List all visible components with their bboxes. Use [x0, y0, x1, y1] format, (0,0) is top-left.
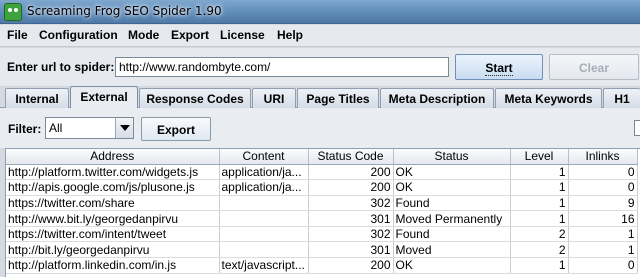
cell-status-code: 301	[308, 241, 394, 259]
cell-status-code: 301	[308, 210, 394, 227]
frog-app-icon	[4, 3, 22, 21]
column-header-content[interactable]: Content	[219, 149, 309, 165]
cell-content: application/ja...	[219, 179, 309, 196]
table-row[interactable]: http://bit.ly/georgedanpirvu 301 Moved 2…	[6, 241, 638, 259]
tab-meta-description[interactable]: Meta Description	[380, 88, 494, 108]
chevron-down-icon[interactable]	[115, 118, 133, 138]
column-header-status-code[interactable]: Status Code	[308, 149, 394, 165]
cell-address: https://twitter.com/intent/tweet	[6, 226, 220, 243]
clipped-control[interactable]	[634, 120, 640, 136]
cell-inlinks: 0	[568, 164, 638, 181]
menu-configuration[interactable]: Configuration	[39, 28, 118, 42]
cell-status: OK	[393, 164, 511, 181]
cell-content	[219, 241, 309, 259]
clear-button[interactable]: Clear	[549, 54, 639, 80]
cell-inlinks: 9	[568, 195, 638, 212]
filter-toolbar: Filter: All Export	[0, 108, 640, 148]
cell-status-code: 200	[308, 179, 394, 196]
cell-address: http://platform.linkedin.com/in.js	[6, 257, 220, 274]
cell-level: 2	[510, 226, 569, 243]
menu-bar: File Configuration Mode Export License H…	[0, 25, 640, 47]
tab-external[interactable]: External	[70, 86, 138, 109]
column-header-status[interactable]: Status	[393, 149, 511, 165]
cell-status-code: 200	[308, 257, 394, 274]
column-header-address[interactable]: Address	[6, 149, 220, 165]
menu-export[interactable]: Export	[171, 28, 209, 42]
cell-address: http://bit.ly/georgedanpirvu	[6, 241, 220, 259]
tab-internal[interactable]: Internal	[5, 88, 69, 108]
cell-content	[219, 195, 309, 212]
cell-inlinks: 16	[568, 210, 638, 227]
table-row[interactable]: http://apis.google.com/js/plusone.js app…	[6, 179, 638, 196]
menu-file[interactable]: File	[7, 28, 28, 42]
tab-page-titles[interactable]: Page Titles	[297, 88, 379, 108]
tab-bar: Internal External Response Codes URI Pag…	[0, 86, 640, 109]
cell-level: 1	[510, 210, 569, 227]
table-row[interactable]: http://platform.twitter.com/widgets.js a…	[6, 164, 638, 181]
cell-level: 2	[510, 241, 569, 259]
cell-status: Found	[393, 195, 511, 212]
cell-address: http://www.bit.ly/georgedanpirvu	[6, 210, 220, 227]
cell-content	[219, 226, 309, 243]
cell-level: 1	[510, 195, 569, 212]
table-header: Address Content Status Code Status Level…	[6, 149, 638, 165]
cell-status-code: 302	[308, 195, 394, 212]
filter-label: Filter:	[8, 122, 42, 136]
table-row[interactable]: https://twitter.com/intent/tweet 302 Fou…	[6, 226, 638, 243]
column-header-inlinks[interactable]: Inlinks	[568, 149, 638, 165]
window-title: Screaming Frog SEO Spider 1.90	[27, 4, 222, 18]
cell-inlinks: 0	[568, 257, 638, 274]
url-bar: Enter url to spider: http://www.randomby…	[0, 48, 640, 86]
cell-status-code: 200	[308, 164, 394, 181]
cell-level: 1	[510, 164, 569, 181]
cell-content: application/ja...	[219, 164, 309, 181]
start-button[interactable]: Start	[455, 54, 543, 80]
tab-response-codes[interactable]: Response Codes	[139, 88, 251, 108]
cell-level: 1	[510, 179, 569, 196]
cell-status: Moved	[393, 241, 511, 259]
tab-meta-keywords[interactable]: Meta Keywords	[495, 88, 602, 108]
cell-level: 1	[510, 257, 569, 274]
url-label: Enter url to spider:	[7, 60, 115, 74]
filter-dropdown[interactable]: All	[45, 117, 134, 139]
cell-content: text/javascript...	[219, 257, 309, 274]
cell-status: OK	[393, 179, 511, 196]
cell-status: OK	[393, 257, 511, 274]
filter-value: All	[49, 121, 63, 135]
results-table: Address Content Status Code Status Level…	[5, 148, 640, 277]
cell-address: http://platform.twitter.com/widgets.js	[6, 164, 220, 181]
cell-address: http://apis.google.com/js/plusone.js	[6, 179, 220, 196]
cell-address: https://twitter.com/share	[6, 195, 220, 212]
tab-uri[interactable]: URI	[252, 88, 296, 108]
cell-inlinks: 0	[568, 179, 638, 196]
menu-help[interactable]: Help	[277, 28, 303, 42]
title-bar: Screaming Frog SEO Spider 1.90	[0, 0, 640, 24]
export-button[interactable]: Export	[141, 117, 211, 141]
menu-license[interactable]: License	[220, 28, 265, 42]
table-row[interactable]: http://www.bit.ly/georgedanpirvu 301 Mov…	[6, 210, 638, 227]
table-row[interactable]: https://twitter.com/share 302 Found 1 9	[6, 195, 638, 212]
cell-content	[219, 210, 309, 227]
cell-inlinks: 1	[568, 241, 638, 259]
tab-h1[interactable]: H1	[603, 88, 640, 108]
menu-mode[interactable]: Mode	[128, 28, 159, 42]
cell-inlinks: 1	[568, 226, 638, 243]
start-button-label: Start	[485, 61, 513, 76]
cell-status: Moved Permanently	[393, 210, 511, 227]
column-header-level[interactable]: Level	[510, 149, 569, 165]
table-row[interactable]: http://platform.linkedin.com/in.js text/…	[6, 257, 638, 274]
cell-status: Found	[393, 226, 511, 243]
cell-status-code: 302	[308, 226, 394, 243]
url-input[interactable]: http://www.randombyte.com/	[115, 57, 449, 77]
